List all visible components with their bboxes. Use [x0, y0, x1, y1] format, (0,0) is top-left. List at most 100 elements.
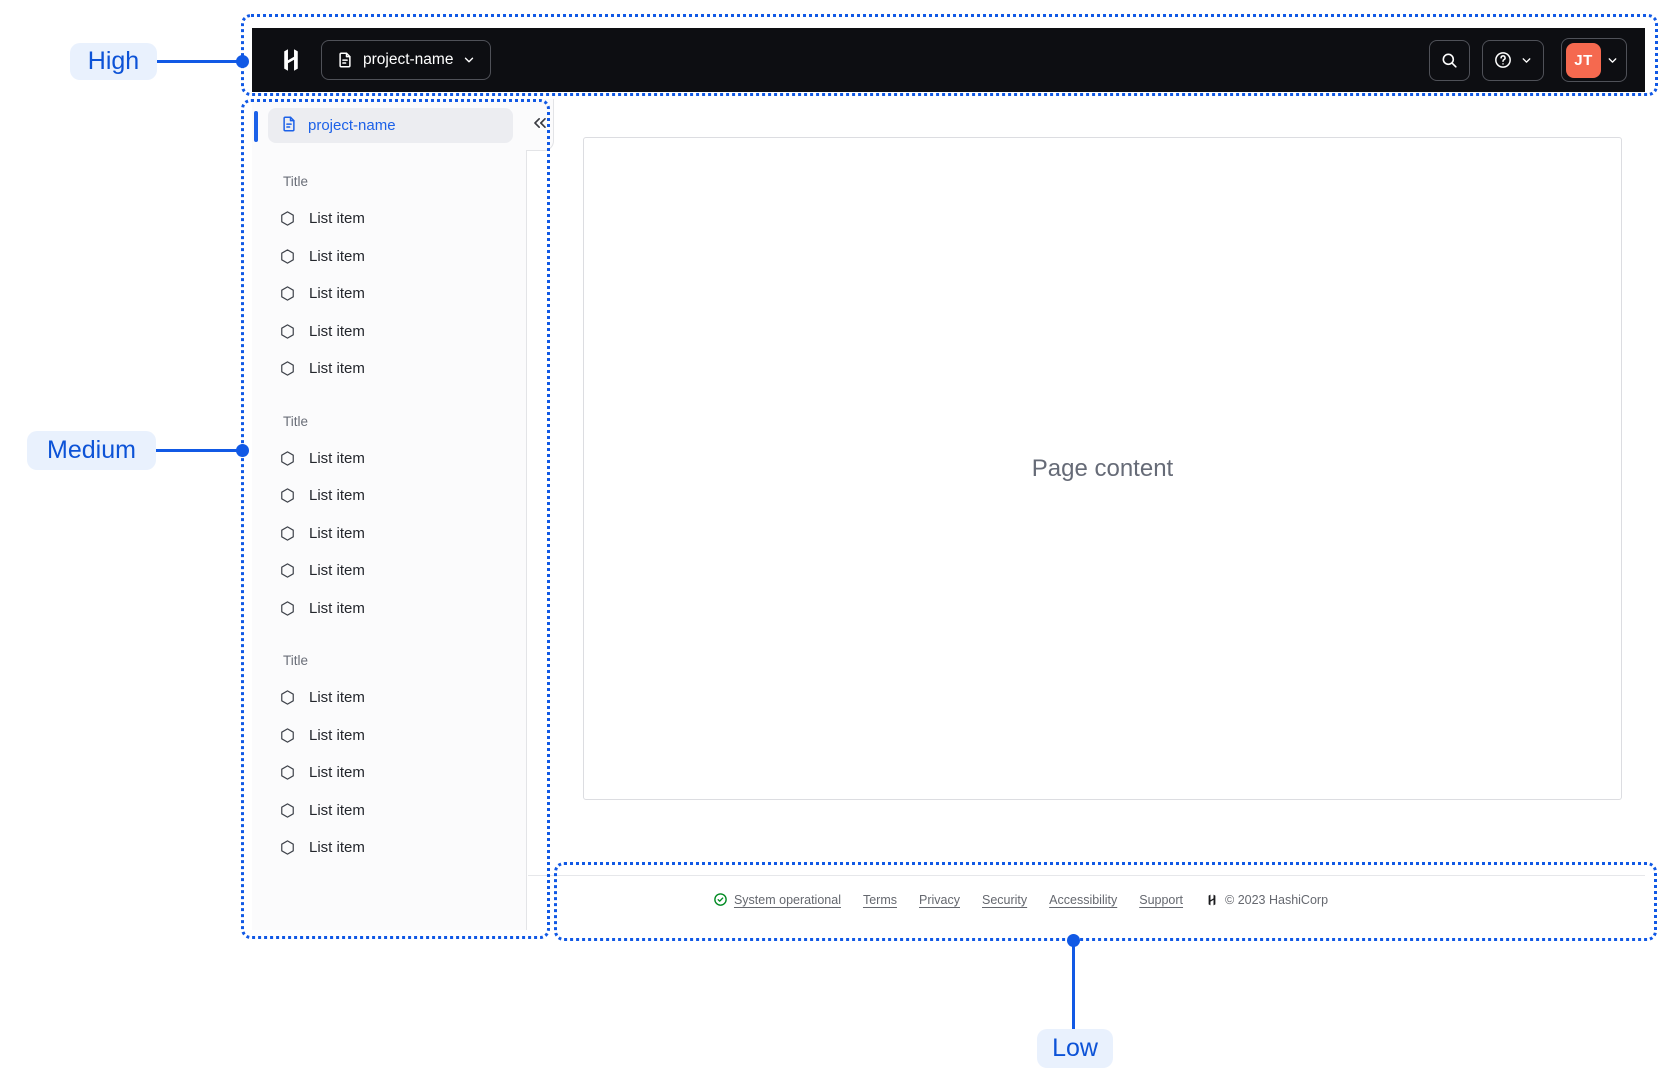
hexagon-icon: [281, 248, 294, 264]
sidebar-list-item[interactable]: List item: [252, 754, 526, 792]
chevron-down-icon: [1606, 54, 1619, 67]
sidebar-group: Title List item List item List item List ite…: [252, 642, 526, 867]
hexagon-icon: [281, 563, 294, 579]
sidebar-list-item[interactable]: List item: [252, 717, 526, 755]
search-button[interactable]: [1429, 39, 1470, 81]
hexagon-icon: [281, 286, 294, 302]
copyright-text: © 2023 HashiCorp: [1225, 892, 1329, 907]
page-content-placeholder: Page content: [1031, 454, 1174, 482]
sidebar-item-label: List item: [309, 764, 365, 782]
sidebar-group: Title List item List item List item List ite…: [252, 403, 526, 628]
navbar-right-actions: JT: [1429, 38, 1627, 82]
hexagon-icon: [281, 840, 294, 856]
annotation-dot-low: [1067, 934, 1080, 947]
file-icon: [280, 115, 298, 137]
help-menu-button[interactable]: [1482, 39, 1544, 81]
hexagon-icon: [281, 323, 294, 339]
annotation-connector-low: [1072, 941, 1075, 1029]
hashicorp-logo-small-icon: [1205, 893, 1219, 907]
footer-link-terms[interactable]: Terms: [863, 893, 897, 907]
hexagon-icon: [281, 802, 294, 818]
file-icon: [336, 51, 354, 69]
sidebar-item-label: List item: [309, 801, 365, 819]
sidebar-group-title: Title: [283, 174, 309, 189]
annotation-label-medium: Medium: [27, 431, 156, 470]
project-switcher-button[interactable]: project-name: [321, 40, 492, 80]
canvas: project-name JT project-name Title List …: [0, 0, 1672, 1078]
sidebar-item-label: List item: [309, 487, 365, 505]
sidebar-list-item[interactable]: List item: [252, 515, 526, 553]
chevron-down-icon: [1520, 54, 1533, 67]
sidebar-list-item[interactable]: List item: [252, 313, 526, 351]
sidebar-item-label: List item: [309, 360, 365, 378]
hexagon-icon: [281, 525, 294, 541]
hexagon-icon: [281, 488, 294, 504]
sidebar-item-label: List item: [309, 689, 365, 707]
sidebar-group: Title List item List item List item List ite…: [252, 163, 526, 388]
project-switcher-label: project-name: [363, 51, 454, 68]
sidebar-item-label: List item: [309, 562, 365, 580]
sidebar-item-label: List item: [309, 322, 365, 340]
footer-link-support[interactable]: Support: [1139, 893, 1183, 907]
footer-links-row: System operational Terms Privacy Security A…: [713, 892, 1328, 907]
sidebar-group-title: Title: [283, 413, 309, 429]
hexagon-icon: [281, 690, 294, 706]
hexagon-icon: [281, 361, 294, 377]
sidebar-list-item[interactable]: List item: [252, 275, 526, 313]
footer: System operational Terms Privacy Security A…: [528, 875, 1645, 907]
status-operational-icon: [713, 892, 728, 907]
hexagon-icon: [281, 765, 294, 781]
help-icon: [1493, 50, 1513, 70]
hashicorp-logo-icon[interactable]: [277, 46, 305, 74]
hexagon-icon: [281, 211, 294, 227]
sidebar-list-item[interactable]: List item: [252, 590, 526, 628]
sidebar-list-item[interactable]: List item: [252, 238, 526, 276]
sidebar-list-item[interactable]: List item: [252, 440, 526, 478]
double-chevron-left-icon: [530, 118, 550, 136]
footer-link-privacy[interactable]: Privacy: [919, 893, 960, 907]
sidebar: project-name Title List item List item List…: [252, 99, 527, 930]
annotation-connector-medium: [156, 449, 242, 452]
annotation-label-high: High: [70, 43, 157, 80]
sidebar-item-label: project-name: [308, 117, 396, 134]
sidebar-item-project-name[interactable]: project-name: [268, 108, 513, 143]
sidebar-list-item[interactable]: List item: [252, 829, 526, 867]
sidebar-item-label: List item: [309, 726, 365, 744]
sidebar-group-title: Title: [283, 653, 309, 668]
sidebar-list-item[interactable]: List item: [252, 792, 526, 830]
annotation-dot-high: [236, 55, 249, 68]
sidebar-list-item[interactable]: List item: [252, 552, 526, 590]
sidebar-list-item[interactable]: List item: [252, 679, 526, 717]
annotation-dot-medium: [236, 444, 249, 457]
sidebar-nav-groups: Title List item List item List item List ite…: [252, 143, 526, 867]
footer-link-security[interactable]: Security: [982, 893, 1027, 907]
footer-copyright: © 2023 HashiCorp: [1205, 893, 1328, 907]
sidebar-item-label: List item: [309, 285, 365, 303]
hexagon-icon: [281, 727, 294, 743]
chevron-down-icon: [462, 53, 476, 67]
page-content-area: Page content: [583, 137, 1622, 800]
sidebar-list-item[interactable]: List item: [252, 350, 526, 388]
sidebar-collapse-button[interactable]: [528, 113, 552, 137]
sidebar-collapse-flap: [526, 99, 554, 151]
sidebar-item-label: List item: [309, 247, 365, 265]
footer-link-accessibility[interactable]: Accessibility: [1049, 893, 1117, 907]
sidebar-item-label: List item: [309, 210, 365, 228]
top-navbar: project-name JT: [252, 28, 1645, 92]
annotation-connector-high: [157, 60, 242, 63]
footer-legal-links: Terms Privacy Security Accessibility Support: [863, 893, 1183, 907]
active-indicator-bar: [254, 111, 258, 142]
user-avatar: JT: [1566, 42, 1601, 78]
sidebar-item-label: List item: [309, 524, 365, 542]
sidebar-list-item[interactable]: List item: [252, 477, 526, 515]
sidebar-header: project-name: [252, 99, 526, 143]
hexagon-icon: [281, 600, 294, 616]
status-label: System operational: [733, 892, 841, 907]
user-menu-button[interactable]: JT: [1561, 38, 1627, 82]
sidebar-item-label: List item: [309, 449, 365, 467]
search-icon: [1440, 51, 1459, 70]
sidebar-item-label: List item: [309, 839, 365, 857]
sidebar-list-item[interactable]: List item: [252, 200, 526, 238]
status-link[interactable]: System operational: [713, 892, 841, 907]
annotation-label-low: Low: [1037, 1029, 1113, 1068]
